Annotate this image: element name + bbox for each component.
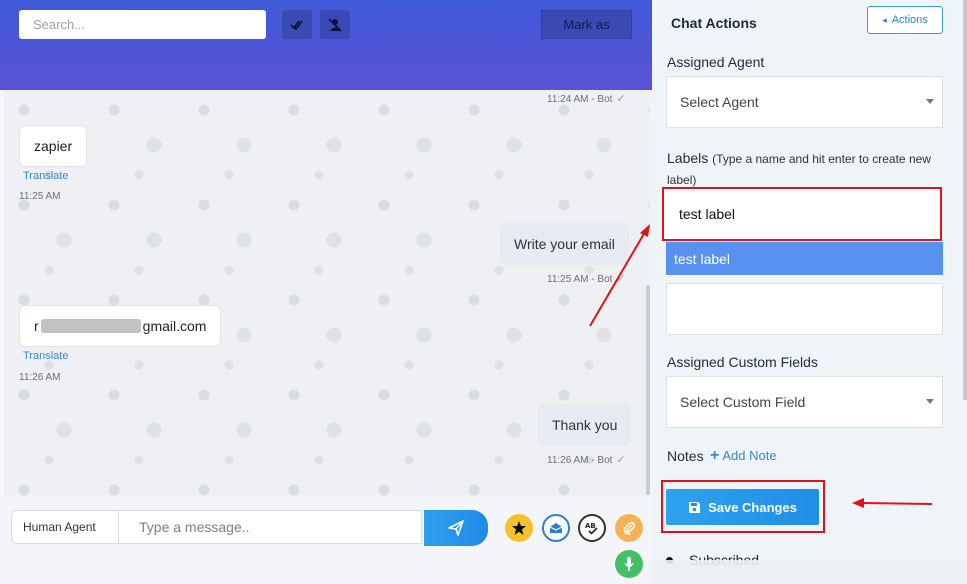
labels-suggestion-item[interactable]: test label — [666, 242, 943, 275]
message-input[interactable] — [118, 510, 422, 544]
assigned-agent-label: Assigned Agent — [667, 54, 765, 70]
check-icon: ✓ — [616, 454, 626, 466]
save-button-label: Save Changes — [708, 499, 797, 515]
message-text: Write your email — [514, 236, 615, 252]
agent-type-label[interactable]: Human Agent — [11, 510, 119, 544]
message-time: 11:25 AM — [19, 191, 61, 202]
message-text-suffix: gmail.com — [142, 318, 207, 334]
chat-pane: Mark as 11:24 AM - Bot✓ zapier Translate… — [0, 0, 652, 584]
labels-input-value: test label — [679, 206, 736, 222]
message-composer: Human Agent AB — [0, 496, 652, 584]
translate-link[interactable]: Translate — [23, 350, 68, 362]
chat-messages[interactable]: 11:24 AM - Bot ✓ zapier Translate 11:25 A… — [4, 90, 650, 496]
message-time: 11:26 AM - Bot ✓ — [547, 453, 626, 466]
message-time-text: 11:26 AM - Bot — [547, 455, 613, 466]
message-time: 11:24 AM - Bot ✓ — [547, 92, 626, 105]
user-slash-icon[interactable] — [320, 10, 350, 39]
check-icon: ✓ — [616, 273, 626, 285]
notes-label: Notes — [667, 448, 704, 464]
chat-scrollbar[interactable] — [646, 285, 650, 495]
mail-icon[interactable] — [542, 514, 570, 542]
redacted-email-block — [40, 319, 141, 333]
spellcheck-icon[interactable]: AB — [578, 514, 606, 542]
custom-fields-value: Select Custom Field — [680, 394, 806, 410]
actions-toggle-label: Actions — [891, 14, 928, 26]
assigned-agent-select[interactable]: Select Agent — [666, 76, 943, 128]
double-check-icon[interactable] — [282, 10, 312, 39]
assigned-agent-value: Select Agent — [680, 94, 759, 110]
labels-label-text: Labels — [667, 150, 709, 166]
outgoing-message: Thank you — [538, 404, 632, 446]
incoming-message: zapier — [19, 125, 88, 167]
add-note-text: Add Note — [722, 448, 777, 463]
message-time-text: 11:24 AM - Bot — [547, 94, 613, 105]
attachment-icon[interactable] — [615, 514, 643, 542]
message-time: 11:26 AM — [19, 372, 61, 383]
send-button[interactable] — [424, 510, 488, 546]
panel-scrollbar[interactable] — [963, 0, 967, 400]
plus-icon: + — [710, 446, 720, 464]
message-text: zapier — [34, 138, 73, 154]
mark-as-button[interactable]: Mark as — [541, 10, 632, 39]
panel-title: Chat Actions — [671, 15, 757, 31]
message-text-prefix: r — [34, 318, 39, 334]
translate-link[interactable]: Translate — [23, 170, 68, 182]
star-icon[interactable] — [505, 514, 533, 542]
labels-label: Labels (Type a name and hit enter to cre… — [667, 148, 947, 190]
svg-text:AB: AB — [585, 522, 596, 530]
caret-down-icon — [926, 99, 934, 104]
message-time-text: 11:25 AM - Bot — [547, 274, 613, 285]
panel-bottom-overlay — [652, 560, 967, 584]
check-icon: ✓ — [616, 93, 626, 105]
custom-fields-select[interactable]: Select Custom Field — [666, 376, 943, 428]
chat-actions-panel: Chat Actions ◂ Actions Assigned Agent Se… — [652, 0, 967, 584]
add-note-link[interactable]: + Add Note — [710, 446, 777, 464]
search-input[interactable] — [19, 10, 266, 39]
send-icon — [448, 520, 464, 536]
outgoing-message: Write your email — [500, 223, 629, 265]
save-icon — [689, 501, 701, 513]
save-changes-button[interactable]: Save Changes — [666, 489, 819, 525]
message-time: 11:25 AM - Bot ✓ — [547, 272, 626, 285]
labels-tag-box[interactable] — [666, 283, 943, 335]
caret-down-icon — [926, 399, 934, 404]
labels-input[interactable]: test label — [662, 187, 942, 241]
chevron-left-icon: ◂ — [882, 14, 887, 25]
microphone-icon[interactable] — [615, 550, 643, 578]
chat-header: Mark as — [0, 0, 652, 90]
actions-toggle-button[interactable]: ◂ Actions — [867, 6, 943, 34]
message-text: Thank you — [552, 417, 618, 433]
incoming-message: r gmail.com — [19, 305, 222, 347]
custom-fields-label: Assigned Custom Fields — [667, 354, 818, 370]
